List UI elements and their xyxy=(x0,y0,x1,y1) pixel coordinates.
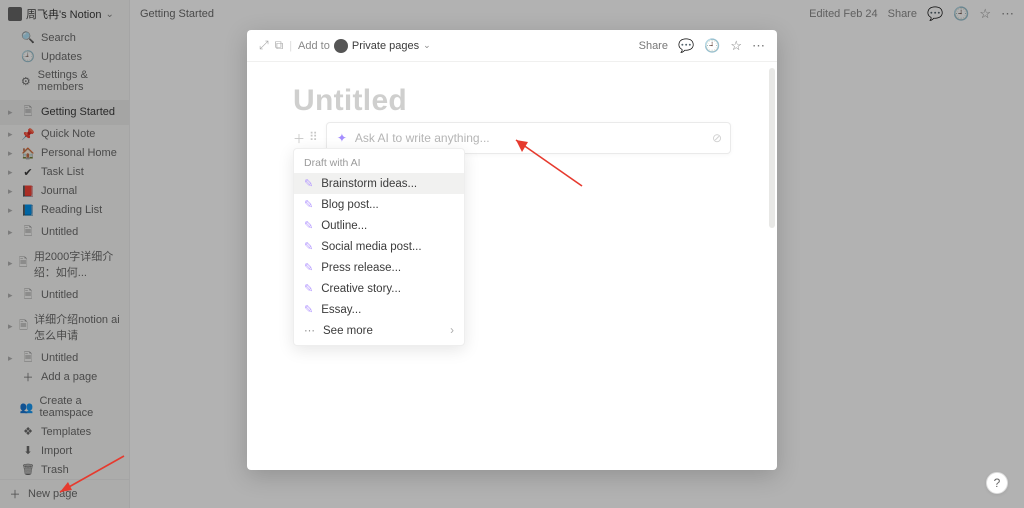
ai-menu-see-more[interactable]: ⋯ See more xyxy=(294,320,464,341)
peek-icon[interactable]: ⧉ xyxy=(275,38,284,53)
modal-overlay[interactable]: ⤢ ⧉ | Add to Private pages ⌄ Share 💬 🕘 ☆… xyxy=(0,0,1024,508)
destination-avatar-icon xyxy=(334,39,348,53)
new-page-modal: ⤢ ⧉ | Add to Private pages ⌄ Share 💬 🕘 ☆… xyxy=(247,30,777,470)
pen-icon: ✎ xyxy=(304,240,313,253)
ai-menu-item-label: Press release... xyxy=(321,262,401,274)
ai-menu-item-label: Social media post... xyxy=(321,241,421,253)
pen-icon: ✎ xyxy=(304,198,313,211)
ai-draft-menu: Draft with AI ✎ Brainstorm ideas... ✎ Blog … xyxy=(293,148,465,346)
ai-menu-item[interactable]: ✎ Brainstorm ideas... xyxy=(294,173,464,194)
pen-icon: ✎ xyxy=(304,261,313,274)
ai-menu-item[interactable]: ✎ Outline... xyxy=(294,215,464,236)
clear-icon[interactable]: ⊘ xyxy=(712,131,722,145)
ai-menu-header: Draft with AI xyxy=(294,153,464,173)
more-icon[interactable]: ⋯ xyxy=(752,38,765,54)
ai-menu-item-label: Blog post... xyxy=(321,199,379,211)
ai-menu-item-label: Essay... xyxy=(321,304,361,316)
sparkle-icon: ✦ xyxy=(337,131,347,145)
scrollbar[interactable] xyxy=(769,68,775,228)
modal-share-button[interactable]: Share xyxy=(639,40,668,52)
pen-icon: ✎ xyxy=(304,219,313,232)
ai-menu-item-label: Brainstorm ideas... xyxy=(321,178,417,190)
chevron-down-icon: ⌄ xyxy=(423,40,431,51)
pen-icon: ✎ xyxy=(304,282,313,295)
pen-icon: ✎ xyxy=(304,177,313,190)
ai-input[interactable] xyxy=(355,131,720,145)
ai-menu-item[interactable]: ✎ Creative story... xyxy=(294,278,464,299)
ai-menu-item[interactable]: ✎ Essay... xyxy=(294,299,464,320)
add-to-destination: Private pages xyxy=(352,40,419,52)
pen-icon: ✎ xyxy=(304,303,313,316)
help-button[interactable]: ? xyxy=(986,472,1008,494)
star-icon[interactable]: ☆ xyxy=(730,38,742,54)
add-to-label: Add to xyxy=(298,40,330,52)
drag-handle-icon[interactable]: ⠿ xyxy=(309,130,318,147)
ai-menu-item-label: Outline... xyxy=(321,220,367,232)
ellipsis-icon: ⋯ xyxy=(304,324,315,337)
add-to-selector[interactable]: Add to Private pages ⌄ xyxy=(298,39,431,53)
add-block-icon[interactable]: ＋ xyxy=(293,130,305,147)
ai-menu-item[interactable]: ✎ Blog post... xyxy=(294,194,464,215)
modal-topbar: ⤢ ⧉ | Add to Private pages ⌄ Share 💬 🕘 ☆… xyxy=(247,30,777,62)
ai-menu-item-label: Creative story... xyxy=(321,283,401,295)
comments-icon[interactable]: 💬 xyxy=(678,38,694,54)
expand-icon[interactable]: ⤢ xyxy=(259,38,269,53)
ai-menu-item[interactable]: ✎ Social media post... xyxy=(294,236,464,257)
page-title[interactable]: Untitled xyxy=(293,84,731,118)
ai-menu-item[interactable]: ✎ Press release... xyxy=(294,257,464,278)
history-icon[interactable]: 🕘 xyxy=(704,38,720,54)
